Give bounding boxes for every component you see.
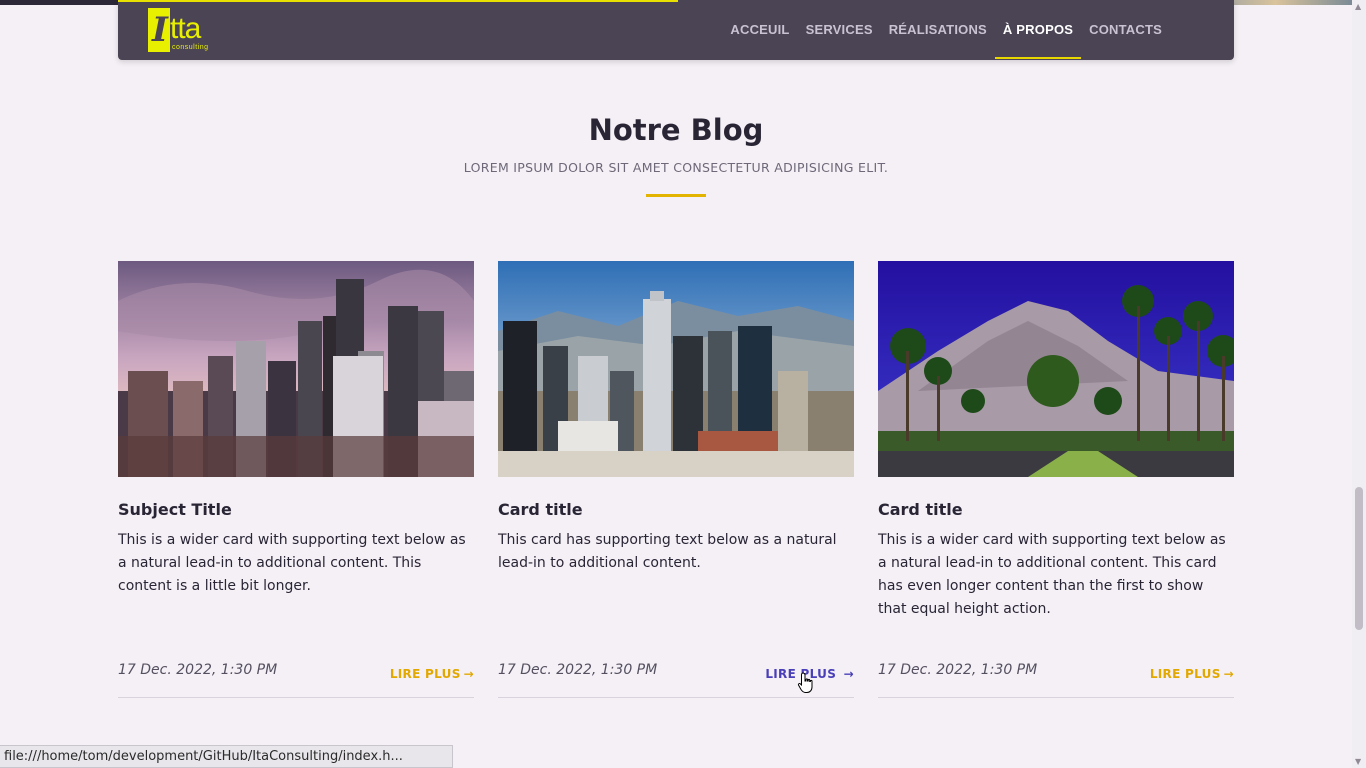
card-text: This card has supporting text below as a… bbox=[498, 532, 837, 571]
scroll-down-icon[interactable]: ▼ bbox=[1355, 757, 1361, 766]
card-divider bbox=[498, 697, 854, 698]
scrollbar-thumb[interactable] bbox=[1355, 487, 1363, 630]
hand-cursor-icon bbox=[797, 672, 813, 693]
scroll-up-icon[interactable]: ▲ bbox=[1355, 2, 1361, 11]
logo[interactable]: I tta consulting bbox=[148, 8, 216, 54]
logo-word: tta bbox=[170, 12, 201, 45]
nav-links: ACCEUIL SERVICES RÉALISATIONS À PROPOS C… bbox=[722, 0, 1234, 60]
card-title: Card title bbox=[498, 500, 583, 519]
arrow-right-icon: → bbox=[463, 667, 474, 681]
nav-link-contacts[interactable]: CONTACTS bbox=[1081, 0, 1170, 60]
blog-card-1: Subject Title This is a wider card with … bbox=[118, 261, 474, 699]
card-divider bbox=[878, 697, 1234, 698]
read-more-link[interactable]: LIRE PLUS → bbox=[390, 667, 474, 681]
section-divider bbox=[646, 194, 706, 197]
arrow-right-icon: → bbox=[1223, 667, 1234, 681]
section-subtitle: LOREM IPSUM DOLOR SIT AMET CONSECTETUR A… bbox=[463, 160, 889, 175]
arrow-right-icon: → bbox=[843, 667, 854, 681]
status-bar-url: file:///home/tom/development/GitHub/ItaC… bbox=[0, 745, 453, 768]
blog-card-2: Card title This card has supporting text… bbox=[498, 261, 854, 699]
navbar: I tta consulting ACCEUIL SERVICES RÉALIS… bbox=[118, 0, 1234, 60]
downtown-los-angeles-image[interactable] bbox=[498, 261, 854, 477]
city-skyline-sunset-image[interactable] bbox=[118, 261, 474, 477]
logo-tagline: consulting bbox=[172, 44, 209, 51]
card-date: 17 Dec. 2022, 1:30 PM bbox=[878, 662, 1038, 678]
read-more-link[interactable]: LIRE PLUS → bbox=[1150, 667, 1234, 681]
palm-trees-mountain-road-image[interactable] bbox=[878, 261, 1234, 477]
navbar-accent-line bbox=[118, 0, 678, 2]
card-date: 17 Dec. 2022, 1:30 PM bbox=[498, 662, 658, 678]
section-title: Notre Blog bbox=[588, 113, 764, 147]
card-title: Subject Title bbox=[118, 500, 232, 519]
card-text: This is a wider card with supporting tex… bbox=[878, 532, 1226, 617]
blog-card-3: Card title This is a wider card with sup… bbox=[878, 261, 1234, 699]
card-date: 17 Dec. 2022, 1:30 PM bbox=[118, 662, 278, 678]
card-title: Card title bbox=[878, 500, 963, 519]
read-more-label: LIRE PLUS bbox=[389, 667, 461, 681]
vertical-scrollbar[interactable]: ▲ ▼ bbox=[1352, 0, 1366, 768]
nav-link-realisations[interactable]: RÉALISATIONS bbox=[881, 0, 995, 60]
card-divider bbox=[118, 697, 474, 698]
card-text: This is a wider card with supporting tex… bbox=[118, 532, 466, 594]
read-more-label: LIRE PLUS bbox=[1149, 667, 1221, 681]
nav-link-acceuil[interactable]: ACCEUIL bbox=[722, 0, 797, 60]
nav-link-a-propos[interactable]: À PROPOS bbox=[994, 0, 1082, 60]
logo-mark: I bbox=[148, 8, 170, 52]
nav-link-services[interactable]: SERVICES bbox=[798, 0, 881, 60]
